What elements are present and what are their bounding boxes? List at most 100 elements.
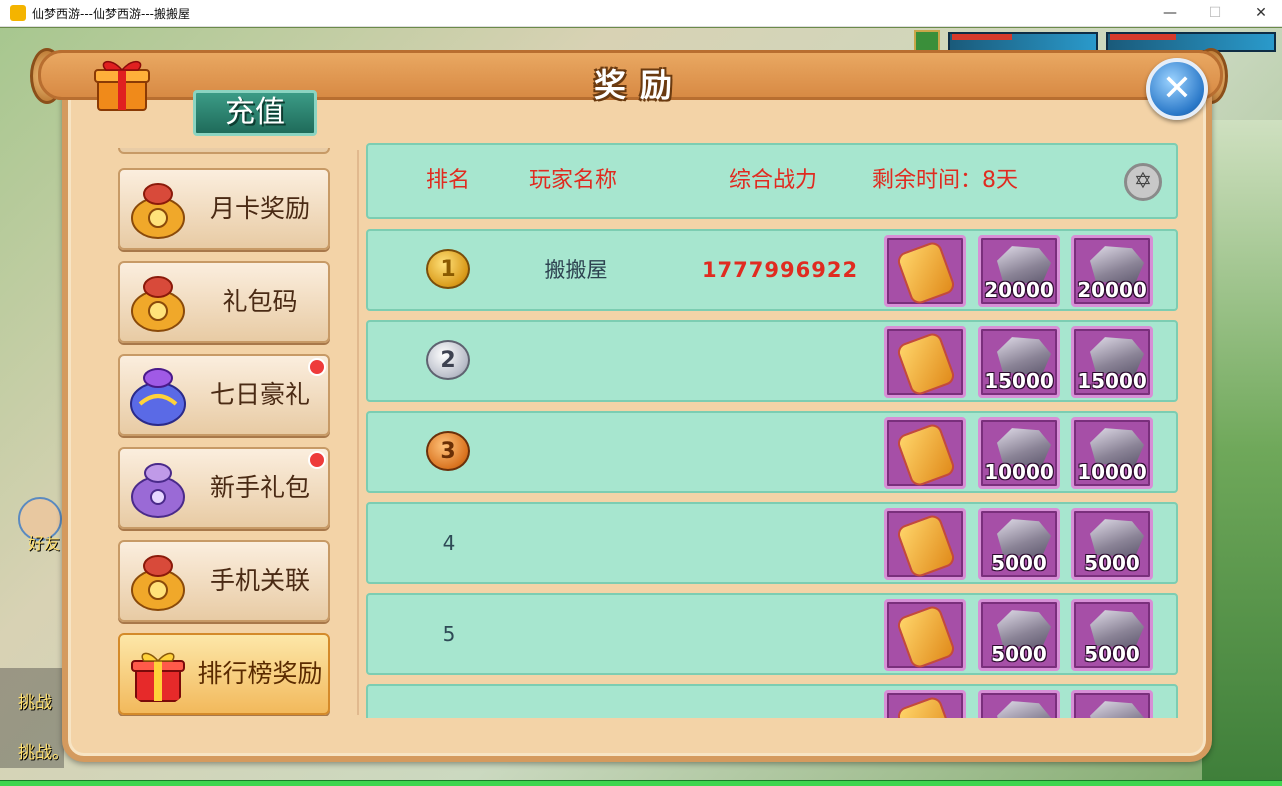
reward-item-ore[interactable]: 15000 <box>978 326 1060 398</box>
reward-quantity: 20000 <box>1077 278 1147 302</box>
dialog-title: 奖励 <box>593 66 686 104</box>
window-titlebar: 仙梦西游---仙梦西游---搬搬屋 — ☐ ✕ <box>0 0 1282 27</box>
rank-number: 4 <box>442 531 456 555</box>
gift-icon <box>94 60 150 111</box>
table-row: 5 5000 5000 <box>366 593 1178 675</box>
table-row: 3 10000 10000 <box>366 411 1178 493</box>
money-bag-icon <box>131 183 185 239</box>
blue-bag-icon <box>130 368 186 426</box>
combat-power <box>690 413 870 491</box>
sidebar[interactable]: 月卡奖励 礼包码 七日豪礼 新手礼包 手机关联 排行榜奖励 <box>108 148 344 716</box>
reward-item-ore[interactable] <box>1071 690 1153 718</box>
reward-item-ore[interactable]: 15000 <box>1071 326 1153 398</box>
reward-item-ore[interactable]: 5000 <box>1071 599 1153 671</box>
scene-foliage <box>1202 120 1282 780</box>
combat-power <box>690 322 870 400</box>
sidebar-item-label: 排行榜奖励 <box>197 659 323 688</box>
app-icon <box>10 5 26 21</box>
reward-quantity: 15000 <box>1077 369 1147 393</box>
scroll-icon <box>895 330 957 398</box>
minimize-button[interactable]: — <box>1160 4 1180 22</box>
reward-item-ore[interactable]: 5000 <box>978 599 1060 671</box>
reward-item-ore[interactable] <box>978 690 1060 718</box>
friend-label: 好友 <box>28 534 61 553</box>
reward-item-ore[interactable]: 5000 <box>1071 508 1153 580</box>
reward-item-ore[interactable]: 10000 <box>978 417 1060 489</box>
reward-item-scroll[interactable] <box>884 417 966 489</box>
player-name <box>516 504 636 582</box>
notification-dot <box>308 358 326 376</box>
sidebar-item-gift-code[interactable]: 礼包码 <box>118 261 330 343</box>
gift-box-icon <box>131 652 185 702</box>
ranking-table[interactable]: 排名 玩家名称 综合战力 剩余时间：8天 ✡ 1 搬搬屋 1777996922 … <box>366 143 1178 718</box>
rank-number: 6 <box>424 700 474 718</box>
settings-icon[interactable]: ✡ <box>1124 163 1162 201</box>
reward-item-ore[interactable]: 5000 <box>978 508 1060 580</box>
reward-item-scroll[interactable] <box>884 508 966 580</box>
scroll-icon <box>895 512 957 580</box>
reward-item-ore[interactable]: 10000 <box>1071 417 1153 489</box>
reward-item-scroll[interactable] <box>884 690 966 718</box>
scroll-icon <box>895 421 957 489</box>
gold-medal-icon: 1 <box>426 249 470 289</box>
reward-quantity: 5000 <box>1084 551 1140 575</box>
rank-number: 5 <box>442 622 456 646</box>
purple-bag-icon <box>131 463 185 518</box>
combat-power <box>690 504 870 582</box>
player-name: 搬搬屋 <box>544 258 608 282</box>
reward-quantity: 5000 <box>991 642 1047 666</box>
silver-medal-icon: 2 <box>426 340 470 380</box>
sidebar-item-ranking-reward[interactable]: 排行榜奖励 <box>118 633 330 715</box>
sidebar-item-label: 月卡奖励 <box>209 194 310 223</box>
chat-line: 挑战 <box>18 693 52 713</box>
reward-item-scroll[interactable] <box>884 235 966 307</box>
player-name <box>516 413 636 491</box>
reward-item-ore[interactable]: 20000 <box>1071 235 1153 307</box>
header-combat-power: 综合战力 <box>728 168 817 193</box>
money-bag-icon <box>131 555 185 611</box>
tab-recharge[interactable]: 充值 <box>193 90 317 136</box>
header-player-name: 玩家名称 <box>528 168 617 193</box>
reward-item-scroll[interactable] <box>884 326 966 398</box>
reward-quantity: 15000 <box>984 369 1054 393</box>
sidebar-item-label: 手机关联 <box>209 566 310 595</box>
scroll-icon <box>895 694 957 718</box>
sidebar-divider <box>357 150 359 715</box>
table-row: 2 15000 15000 <box>366 320 1178 402</box>
sidebar-item-seven-day-gift[interactable]: 七日豪礼 <box>118 354 330 436</box>
window-title: 仙梦西游---仙梦西游---搬搬屋 <box>32 7 190 21</box>
close-icon: ✕ <box>1161 68 1193 109</box>
money-bag-icon <box>131 276 185 332</box>
reward-quantity: 20000 <box>984 278 1054 302</box>
experience-bar <box>0 780 1282 786</box>
table-row: 4 5000 5000 <box>366 502 1178 584</box>
sidebar-item-newbie-gift[interactable]: 新手礼包 <box>118 447 330 529</box>
window-close-button[interactable]: ✕ <box>1251 4 1271 22</box>
tab-recharge-label: 充值 <box>225 95 285 130</box>
reward-quantity: 5000 <box>1084 642 1140 666</box>
notification-dot <box>308 451 326 469</box>
hud-player-hp <box>952 34 1012 40</box>
settings-glyph: ✡ <box>1133 169 1153 194</box>
scroll-icon <box>895 239 957 307</box>
hud-target-hp <box>1110 34 1176 40</box>
player-name <box>516 322 636 400</box>
maximize-button[interactable]: ☐ <box>1205 4 1225 22</box>
sidebar-item-monthly-card[interactable]: 月卡奖励 <box>118 168 330 250</box>
header-rank: 排名 <box>425 168 470 193</box>
sidebar-item-partial[interactable] <box>118 148 330 154</box>
reward-item-ore[interactable]: 20000 <box>978 235 1060 307</box>
sidebar-item-phone-link[interactable]: 手机关联 <box>118 540 330 622</box>
combat-power <box>690 595 870 673</box>
reward-quantity: 5000 <box>991 551 1047 575</box>
scroll-icon <box>895 603 957 671</box>
dialog-close-button[interactable]: ✕ <box>1146 58 1208 120</box>
sidebar-item-label: 礼包码 <box>222 287 298 316</box>
ore-icon <box>1090 701 1144 718</box>
player-name <box>516 595 636 673</box>
reward-item-scroll[interactable] <box>884 599 966 671</box>
reward-quantity: 10000 <box>1077 460 1147 484</box>
header-remaining-time: 剩余时间：8天 <box>872 168 1018 193</box>
table-row: 6 <box>366 684 1178 718</box>
reward-quantity: 10000 <box>984 460 1054 484</box>
